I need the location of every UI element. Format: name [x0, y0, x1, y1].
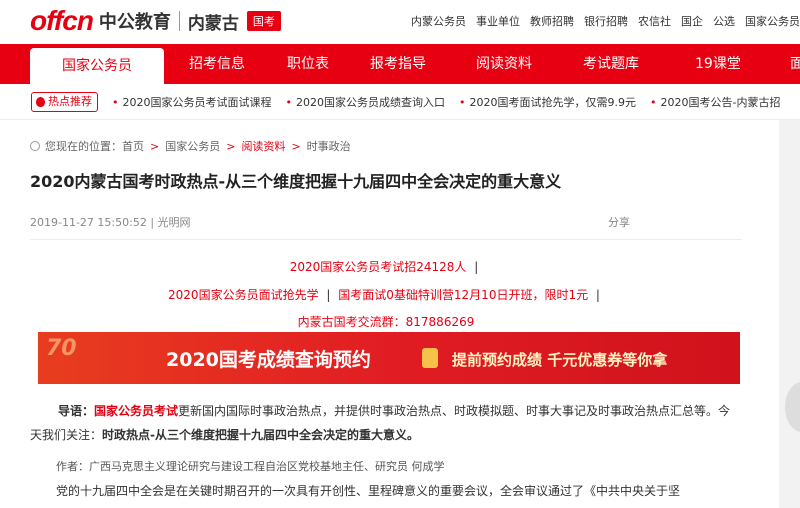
breadcrumb-home[interactable]: 首页	[122, 138, 144, 154]
breadcrumb: 您现在的位置： 首页 > 国家公务员 > 阅读资料 > 时事政治	[30, 138, 351, 154]
logo-name: 中公教育	[98, 12, 171, 33]
breadcrumb-guokao[interactable]: 国家公务员	[165, 138, 220, 154]
logo-brand: offcn	[30, 5, 94, 36]
top-link[interactable]: 公选	[713, 13, 735, 29]
hot-badge-label: 热点推荐	[48, 95, 92, 108]
intro-link[interactable]: 国家公务员考试	[94, 404, 178, 418]
logo-region: 内蒙古	[187, 13, 239, 34]
nav-item-guokao[interactable]: 国家公务员	[30, 48, 164, 84]
breadcrumb-yuedu[interactable]: 阅读资料	[241, 138, 285, 154]
promo-banner[interactable]: 70 2020国考成绩查询预约 提前预约成绩 千元优惠券等你拿	[38, 332, 740, 384]
right-sidebar	[779, 120, 800, 508]
hot-item[interactable]: 2020国考面试抢先学，仅需9.9元	[459, 94, 637, 110]
nav-item-ketang[interactable]: 19课堂	[695, 44, 741, 84]
top-link[interactable]: 国家公务员	[745, 13, 800, 29]
top-bar: offcn 中公教育 内蒙古 国考 内蒙公务员 事业单位 教师招聘 银行招聘 农…	[0, 0, 800, 44]
divider	[30, 239, 742, 240]
article-source: 光明网	[157, 216, 191, 229]
breadcrumb-separator: >	[150, 139, 160, 153]
breadcrumb-separator: >	[226, 139, 236, 153]
article-title: 2020内蒙古国考时政热点-从三个维度把握十九届四中全会决定的重大意义	[30, 172, 562, 191]
top-link[interactable]: 农信社	[638, 13, 671, 29]
banner-subtitle: 提前预约成绩 千元优惠券等你拿	[452, 351, 668, 369]
nav-item-baokao[interactable]: 报考指导	[370, 44, 426, 84]
nav-item-yuedu[interactable]: 阅读资料	[476, 44, 532, 84]
promo-line-3: 内蒙古国考交流群：817886269	[30, 313, 742, 330]
main-nav: 国家公务员 招考信息 职位表 报考指导 阅读资料 考试题库 19课堂 面	[0, 44, 800, 84]
promo-link-camp[interactable]: 国考面试0基础特训营12月10日开班，限时1元	[338, 288, 588, 302]
breadcrumb-separator: >	[291, 139, 301, 153]
share-button[interactable]: 分享	[608, 214, 630, 230]
hot-item[interactable]: 2020国家公务员考试面试课程	[112, 94, 272, 110]
breadcrumb-prefix: 您现在的位置：	[45, 140, 122, 153]
promo-pipe: |	[595, 288, 600, 302]
promo-line-2: 2020国家公务员面试抢先学 | 国考面试0基础特训营12月10日开班，限时1元…	[30, 286, 742, 303]
top-link[interactable]: 内蒙公务员	[411, 13, 466, 29]
hot-badge: 热点推荐	[31, 92, 98, 112]
hot-bar: 热点推荐 2020国家公务员考试面试课程 2020国家公务员成绩查询入口 202…	[0, 84, 800, 120]
breadcrumb-shizheng[interactable]: 时事政治	[307, 138, 351, 154]
article-meta: 2019-11-27 15:50:52 | 光明网	[30, 214, 191, 230]
top-link[interactable]: 事业单位	[476, 13, 520, 29]
intro-label: 导语：	[58, 404, 95, 418]
sidebar-image	[785, 382, 800, 432]
top-links: 内蒙公务员 事业单位 教师招聘 银行招聘 农信社 国企 公选 国家公务员	[401, 13, 800, 29]
banner-70-deco: 70	[46, 336, 77, 361]
logo-divider	[178, 11, 180, 31]
promo-pipe: |	[474, 260, 479, 274]
promo-link-exam[interactable]: 2020国家公务员考试招24128人	[290, 260, 467, 274]
logo-badge: 国考	[246, 11, 281, 31]
nav-item-more[interactable]: 面	[790, 44, 800, 84]
logo[interactable]: offcn 中公教育 内蒙古 国考	[30, 5, 281, 36]
top-link[interactable]: 国企	[681, 13, 703, 29]
location-icon	[30, 141, 40, 151]
hot-item[interactable]: 2020国考公告-内蒙古招	[650, 94, 781, 110]
article-date: 2019-11-27 15:50:52	[30, 216, 147, 229]
top-link[interactable]: 教师招聘	[530, 13, 574, 29]
hot-items: 2020国家公务员考试面试课程 2020国家公务员成绩查询入口 2020国考面试…	[112, 94, 794, 110]
article-author: 作者：广西马克思主义理论研究与建设工程自治区党校基地主任、研究员 何成学	[56, 460, 445, 473]
promo-link-group[interactable]: 内蒙古国考交流群：817886269	[298, 315, 475, 329]
top-link[interactable]: 银行招聘	[584, 13, 628, 29]
nav-item-zhaokao[interactable]: 招考信息	[189, 44, 245, 84]
promo-pipe: |	[326, 288, 331, 302]
body-text: 党的十九届四中全会是在关键时期召开的一次具有开创性、里程碑意义的重要会议，全会审…	[56, 484, 681, 498]
intro-paragraph: 导语：国家公务员考试更新国内国际时事政治热点，并提供时事政治热点、时政模拟题、时…	[30, 399, 742, 447]
hot-item[interactable]: 2020国家公务员成绩查询入口	[286, 94, 445, 110]
promo-link-interview[interactable]: 2020国家公务员面试抢先学	[168, 288, 319, 302]
intro-focus: 时政热点-从三个维度把握十九届四中全会决定的重大意义。	[102, 428, 419, 442]
promo-line-1: 2020国家公务员考试招24128人 |	[30, 258, 742, 275]
flame-icon	[36, 97, 45, 107]
nav-item-tiku[interactable]: 考试题库	[583, 44, 639, 84]
gift-icon	[422, 348, 438, 368]
banner-title: 2020国考成绩查询预约	[166, 349, 371, 371]
meta-divider: |	[150, 216, 158, 229]
nav-item-zhiweibiao[interactable]: 职位表	[287, 44, 329, 84]
